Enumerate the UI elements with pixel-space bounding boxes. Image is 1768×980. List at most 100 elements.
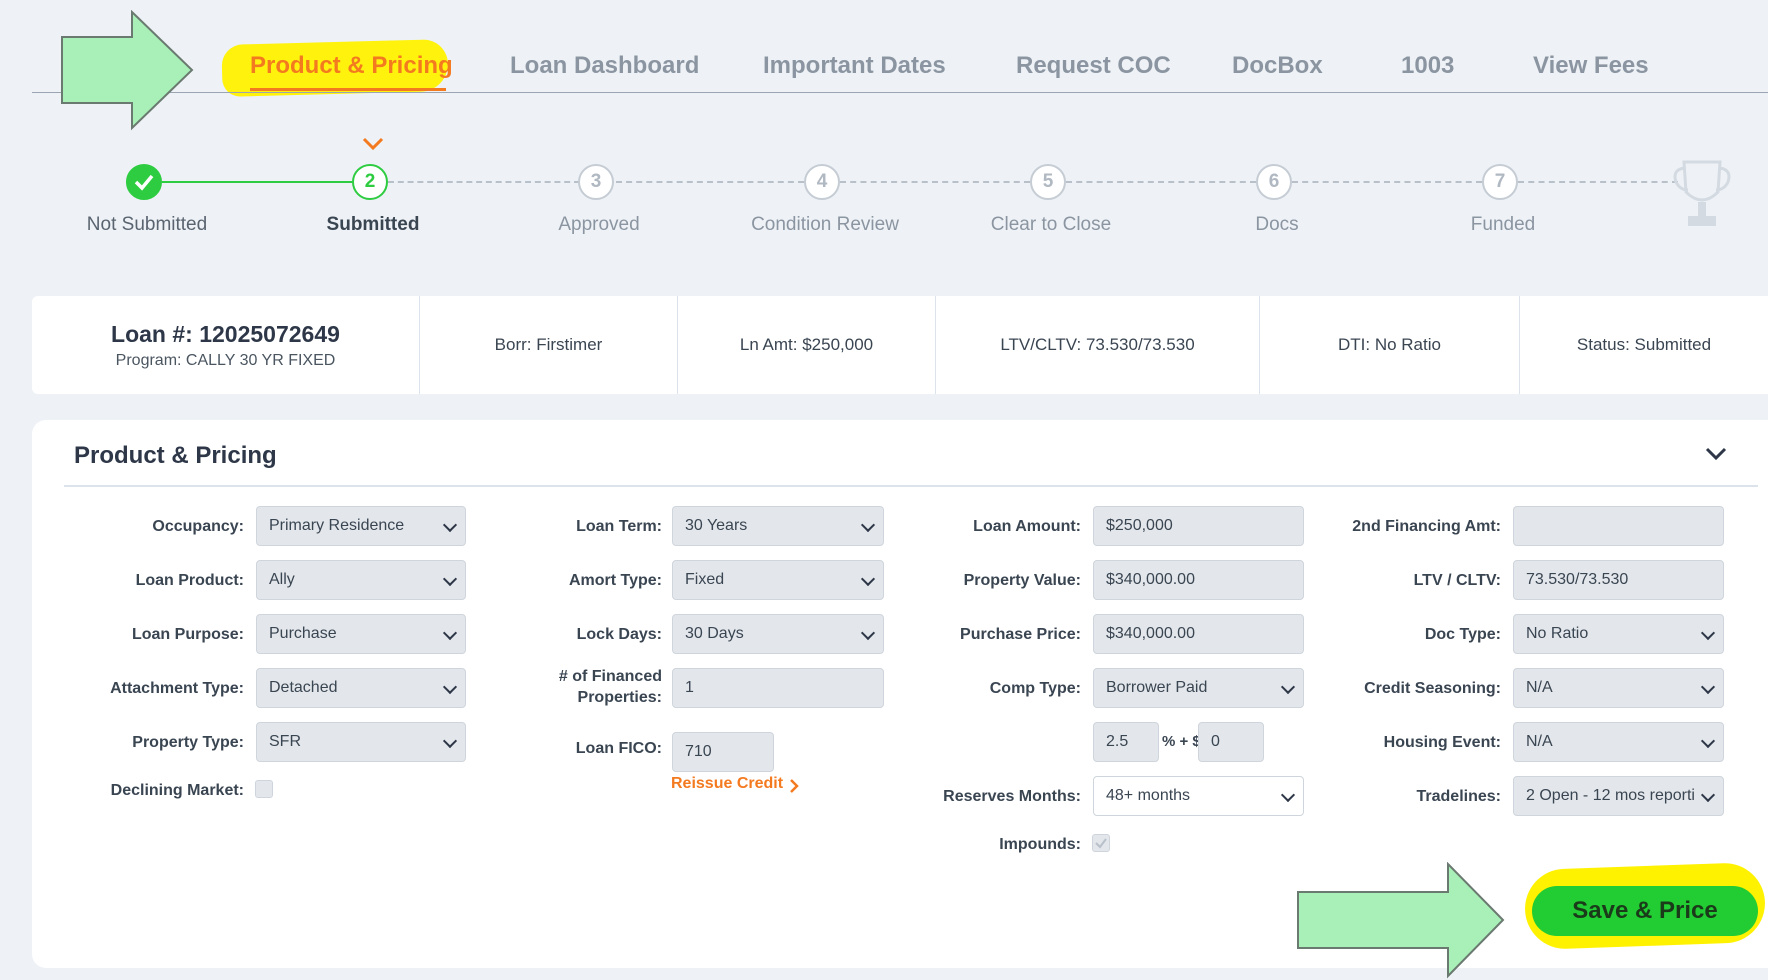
doc-type-select[interactable]: No Ratio bbox=[1513, 614, 1724, 654]
step-connector bbox=[840, 181, 1030, 183]
step-label: Submitted bbox=[326, 214, 420, 235]
collapse-chevron-icon[interactable] bbox=[1704, 446, 1728, 462]
chevron-down-icon bbox=[1280, 679, 1296, 695]
chevron-down-icon bbox=[442, 517, 458, 533]
attachment-type-value: Detached bbox=[269, 679, 338, 696]
property-type-select[interactable]: SFR bbox=[256, 722, 466, 762]
purchase-price-input[interactable]: $340,000.00 bbox=[1093, 614, 1304, 654]
housing-event-label: Housing Event: bbox=[1383, 734, 1501, 751]
loan-product-select[interactable]: Ally bbox=[256, 560, 466, 600]
loan-amount-input[interactable]: $250,000 bbox=[1093, 506, 1304, 546]
step-connector bbox=[1292, 181, 1482, 183]
tab-important-dates[interactable]: Important Dates bbox=[763, 52, 946, 80]
amort-type-select[interactable]: Fixed bbox=[672, 560, 884, 600]
ltv-cltv-label: LTV / CLTV: bbox=[1413, 572, 1501, 589]
comp-percent-input[interactable]: 2.5 bbox=[1093, 722, 1159, 762]
tradelines-label: Tradelines: bbox=[1416, 788, 1501, 805]
tab-loan-dashboard[interactable]: Loan Dashboard bbox=[510, 52, 699, 80]
property-value-input[interactable]: $340,000.00 bbox=[1093, 560, 1304, 600]
trophy-icon bbox=[1673, 160, 1731, 226]
property-value-label: Property Value: bbox=[963, 572, 1081, 589]
step-label: Clear to Close bbox=[990, 214, 1112, 235]
loan-amount-summary: Ln Amt: $250,000 bbox=[739, 335, 874, 354]
step-connector bbox=[616, 181, 804, 183]
chevron-down-icon bbox=[442, 733, 458, 749]
comp-flat-input[interactable]: 0 bbox=[1198, 722, 1264, 762]
property-type-label: Property Type: bbox=[132, 734, 244, 751]
credit-seasoning-label: Credit Seasoning: bbox=[1364, 680, 1501, 697]
step-label: Docs bbox=[1255, 214, 1299, 235]
tab-product-pricing[interactable]: Product & Pricing bbox=[250, 52, 453, 80]
reserves-months-label: Reserves Months: bbox=[943, 788, 1081, 805]
comp-separator: % + $ bbox=[1162, 733, 1201, 750]
tab-view-fees[interactable]: View Fees bbox=[1533, 52, 1649, 80]
impounds-checkbox[interactable] bbox=[1092, 834, 1110, 852]
step-label: Condition Review bbox=[751, 214, 899, 235]
second-financing-label: 2nd Financing Amt: bbox=[1352, 518, 1501, 535]
chevron-right-icon bbox=[790, 779, 799, 793]
loan-fico-input[interactable]: 710 bbox=[672, 732, 774, 772]
chevron-down-icon bbox=[860, 625, 876, 641]
lock-days-select[interactable]: 30 Days bbox=[672, 614, 884, 654]
financed-properties-label: # of Financed Properties: bbox=[470, 666, 662, 708]
step-2-circle: 2 bbox=[352, 164, 388, 200]
annotation-arrow-icon bbox=[61, 10, 194, 131]
chevron-down-icon bbox=[442, 571, 458, 587]
financed-properties-input[interactable]: 1 bbox=[672, 668, 884, 708]
chevron-down-icon bbox=[1700, 733, 1716, 749]
loan-purpose-label: Loan Purpose: bbox=[131, 626, 244, 643]
loan-term-label: Loan Term: bbox=[576, 518, 662, 535]
borrower-cell: Borr: Firstimer bbox=[420, 296, 678, 394]
purchase-price-label: Purchase Price: bbox=[960, 626, 1081, 643]
current-step-caret-icon bbox=[362, 137, 384, 151]
loan-term-select[interactable]: 30 Years bbox=[672, 506, 884, 546]
panel-divider bbox=[64, 485, 1758, 487]
doc-type-label: Doc Type: bbox=[1424, 626, 1501, 643]
reissue-credit-link[interactable]: Reissue Credit bbox=[671, 775, 783, 793]
loan-amount-cell: Ln Amt: $250,000 bbox=[678, 296, 936, 394]
save-price-button[interactable]: Save & Price bbox=[1532, 886, 1758, 936]
ltv-cltv-input[interactable]: 73.530/73.530 bbox=[1513, 560, 1724, 600]
reissue-credit-label: Reissue Credit bbox=[671, 775, 784, 792]
declining-market-checkbox[interactable] bbox=[255, 780, 273, 798]
step-label: Funded bbox=[1470, 214, 1536, 235]
annotation-arrow-icon bbox=[1297, 862, 1505, 979]
loan-purpose-select[interactable]: Purchase bbox=[256, 614, 466, 654]
occupancy-select[interactable]: Primary Residence bbox=[256, 506, 466, 546]
loan-id-cell: Loan #: 12025072649 Program: CALLY 30 YR… bbox=[32, 296, 420, 394]
loan-summary-bar: Loan #: 12025072649 Program: CALLY 30 YR… bbox=[32, 296, 1768, 394]
chevron-down-icon bbox=[442, 625, 458, 641]
attachment-type-label: Attachment Type: bbox=[110, 680, 244, 697]
step-5-circle: 5 bbox=[1030, 164, 1066, 200]
attachment-type-select[interactable]: Detached bbox=[256, 668, 466, 708]
lock-days-label: Lock Days: bbox=[576, 626, 662, 643]
impounds-label: Impounds: bbox=[999, 836, 1081, 853]
step-label: Not Submitted bbox=[86, 214, 208, 235]
credit-seasoning-select[interactable]: N/A bbox=[1513, 668, 1724, 708]
comp-type-value: Borrower Paid bbox=[1106, 679, 1208, 696]
amort-type-value: Fixed bbox=[685, 571, 725, 588]
chevron-down-icon bbox=[442, 679, 458, 695]
comp-type-select[interactable]: Borrower Paid bbox=[1093, 668, 1304, 708]
second-financing-input[interactable] bbox=[1513, 506, 1724, 546]
step-connector bbox=[1066, 181, 1256, 183]
chevron-down-icon bbox=[1700, 625, 1716, 641]
housing-event-select[interactable]: N/A bbox=[1513, 722, 1724, 762]
loan-product-label: Loan Product: bbox=[135, 572, 244, 589]
tradelines-select[interactable]: 2 Open - 12 mos reporti bbox=[1513, 776, 1724, 816]
step-connector bbox=[1518, 181, 1678, 183]
tab-request-coc[interactable]: Request COC bbox=[1016, 52, 1171, 80]
housing-event-value: N/A bbox=[1526, 733, 1553, 750]
tab-docbox[interactable]: DocBox bbox=[1232, 52, 1323, 80]
chevron-down-icon bbox=[860, 571, 876, 587]
loan-number: Loan #: 12025072649 bbox=[111, 320, 340, 347]
loan-amount-label: Loan Amount: bbox=[973, 518, 1081, 535]
reserves-months-select[interactable]: 48+ months bbox=[1093, 776, 1304, 816]
chevron-down-icon bbox=[1280, 787, 1296, 803]
status-cell: Status: Submitted bbox=[1520, 296, 1768, 394]
chevron-down-icon bbox=[1700, 787, 1716, 803]
tab-1003[interactable]: 1003 bbox=[1401, 52, 1454, 80]
occupancy-value: Primary Residence bbox=[269, 517, 405, 534]
check-icon bbox=[1095, 838, 1107, 849]
loan-term-value: 30 Years bbox=[685, 517, 748, 534]
